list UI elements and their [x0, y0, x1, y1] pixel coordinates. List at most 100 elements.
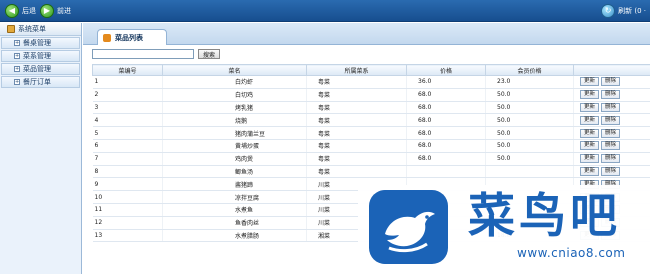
cell-actions: 更新删除 [573, 101, 650, 115]
col-header-name[interactable]: 菜名 [162, 64, 307, 76]
sidebar-header[interactable]: 系统菜单 [0, 23, 81, 36]
sidebar-item-label: 餐桌管理 [23, 39, 51, 47]
update-button[interactable]: 更新 [580, 128, 600, 138]
cell-category: 粤菜 [306, 113, 407, 128]
update-button[interactable]: 更新 [580, 90, 600, 100]
update-button[interactable]: 更新 [580, 141, 600, 151]
tab-strip: 菜品列表 [83, 23, 650, 45]
sidebar-item-tables[interactable]: + 餐桌管理 [1, 37, 80, 49]
table-row[interactable]: 5 猪肉蒲兰豆 粤菜 68.0 50.0 更新 删除 [92, 126, 650, 140]
search-input[interactable] [92, 49, 194, 59]
sidebar-items: + 餐桌管理 + 菜系管理 + 菜品管理 + 餐厅订单 [0, 37, 81, 88]
sidebar-item-orders[interactable]: + 餐厅订单 [1, 76, 80, 88]
cell-id: 13 [92, 229, 163, 243]
cell-member-price: 50.0 [485, 88, 574, 102]
cell-actions: 更新删除 [573, 152, 650, 166]
arrow-right-icon: ▶ [40, 4, 54, 18]
cell-name: 白切鸡 [162, 88, 307, 102]
delete-button[interactable]: 删除 [601, 166, 621, 176]
cell-category: 粤菜 [306, 101, 407, 115]
cell-actions: 更新删除 [573, 139, 650, 153]
plus-icon: + [14, 79, 20, 85]
cell-actions: 更新删除 [573, 126, 650, 140]
delete-button[interactable]: 删除 [601, 141, 621, 151]
sidebar-item-cuisines[interactable]: + 菜系管理 [1, 50, 80, 62]
list-icon [103, 33, 111, 42]
cell-actions: 更新删除 [573, 165, 650, 179]
cell-member-price: 50.0 [485, 152, 574, 166]
sidebar-item-dishes[interactable]: + 菜品管理 [1, 63, 80, 75]
col-header-actions [573, 64, 650, 76]
cell-price: 68.0 [406, 152, 486, 166]
cell-actions: 更新删除 [573, 113, 650, 128]
cell-category: 粤菜 [306, 126, 407, 140]
tab-dish-list[interactable]: 菜品列表 [97, 29, 167, 45]
cell-actions: 更新删除 [573, 75, 650, 89]
cell-name: 水煮鱼 [162, 203, 307, 217]
cell-name: 鸡肉煲 [162, 152, 307, 166]
cell-price: 68.0 [406, 88, 486, 102]
cell-id: 4 [92, 113, 163, 128]
search-row: 搜索 [92, 49, 220, 59]
arrow-left-icon: ◀ [5, 4, 19, 18]
cell-member-price: 50.0 [485, 139, 574, 153]
table-row[interactable]: 6 黄埔炒蛋 粤菜 68.0 50.0 更新 删除 [92, 139, 650, 153]
plus-icon: + [14, 66, 20, 72]
col-header-price[interactable]: 价格 [406, 64, 486, 76]
cell-category: 粤菜 [306, 165, 407, 179]
top-toolbar: ◀ 后退 ▶ 前进 ↻ 刷新 (0 · [0, 0, 650, 22]
cell-member-price: 50.0 [485, 101, 574, 115]
tab-label: 菜品列表 [115, 33, 143, 42]
table-row[interactable]: 8 鲫鱼汤 粤菜 更新 删除 [92, 165, 650, 179]
table-row[interactable]: 4 烧鹅 粤菜 68.0 50.0 更新 删除 [92, 113, 650, 128]
watermark: 菜鸟吧 www.cniao8.com [358, 185, 650, 274]
table-row[interactable]: 3 烤乳猪 粤菜 68.0 50.0 更新 删除 [92, 101, 650, 115]
forward-label: 前进 [57, 7, 71, 15]
cell-id: 3 [92, 101, 163, 115]
refresh-button[interactable]: ↻ 刷新 (0 · [601, 3, 646, 19]
update-button[interactable]: 更新 [580, 166, 600, 176]
update-button[interactable]: 更新 [580, 154, 600, 164]
col-header-category[interactable]: 所属菜系 [306, 64, 407, 76]
back-button[interactable]: ◀ 后退 [5, 3, 36, 19]
cell-price: 68.0 [406, 113, 486, 128]
cell-name: 黄埔炒蛋 [162, 139, 307, 153]
plus-icon: + [14, 53, 20, 59]
cell-id: 1 [92, 75, 163, 89]
cell-price: 68.0 [406, 126, 486, 140]
cell-name: 白灼虾 [162, 75, 307, 89]
table-row[interactable]: 1 白灼虾 粤菜 36.0 23.0 更新 删除 [92, 75, 650, 89]
delete-button[interactable]: 删除 [601, 115, 621, 125]
cell-name: 凉拌豆腐 [162, 190, 307, 204]
cell-price: 68.0 [406, 139, 486, 153]
table-row[interactable]: 2 白切鸡 粤菜 68.0 50.0 更新 删除 [92, 88, 650, 102]
sidebar: 系统菜单 + 餐桌管理 + 菜系管理 + 菜品管理 + 餐厅订单 [0, 23, 82, 274]
cell-price: 68.0 [406, 101, 486, 115]
delete-button[interactable]: 删除 [601, 102, 621, 112]
cell-member-price: 23.0 [485, 75, 574, 89]
search-button[interactable]: 搜索 [198, 49, 220, 59]
delete-button[interactable]: 删除 [601, 154, 621, 164]
cell-id: 12 [92, 216, 163, 230]
delete-button[interactable]: 删除 [601, 128, 621, 138]
col-header-id[interactable]: 菜编号 [92, 64, 163, 76]
delete-button[interactable]: 删除 [601, 90, 621, 100]
back-label: 后退 [22, 7, 36, 15]
sidebar-item-label: 菜系管理 [23, 52, 51, 60]
forward-button[interactable]: ▶ 前进 [40, 3, 71, 19]
update-button[interactable]: 更新 [580, 102, 600, 112]
cell-name: 鱼香肉丝 [162, 216, 307, 230]
table-row[interactable]: 7 鸡肉煲 粤菜 68.0 50.0 更新 删除 [92, 152, 650, 166]
col-header-member-price[interactable]: 会员价格 [485, 64, 574, 76]
cell-name: 水煮腊肠 [162, 229, 307, 243]
sidebar-header-label: 系统菜单 [18, 25, 46, 33]
refresh-icon: ↻ [601, 4, 616, 18]
update-button[interactable]: 更新 [580, 115, 600, 125]
cell-name: 烤乳猪 [162, 101, 307, 115]
delete-button[interactable]: 删除 [601, 77, 621, 87]
watermark-title: 菜鸟吧 [468, 189, 621, 244]
sidebar-item-label: 菜品管理 [23, 65, 51, 73]
update-button[interactable]: 更新 [580, 77, 600, 87]
cell-name: 烧鹅 [162, 113, 307, 128]
cell-price [406, 165, 486, 179]
